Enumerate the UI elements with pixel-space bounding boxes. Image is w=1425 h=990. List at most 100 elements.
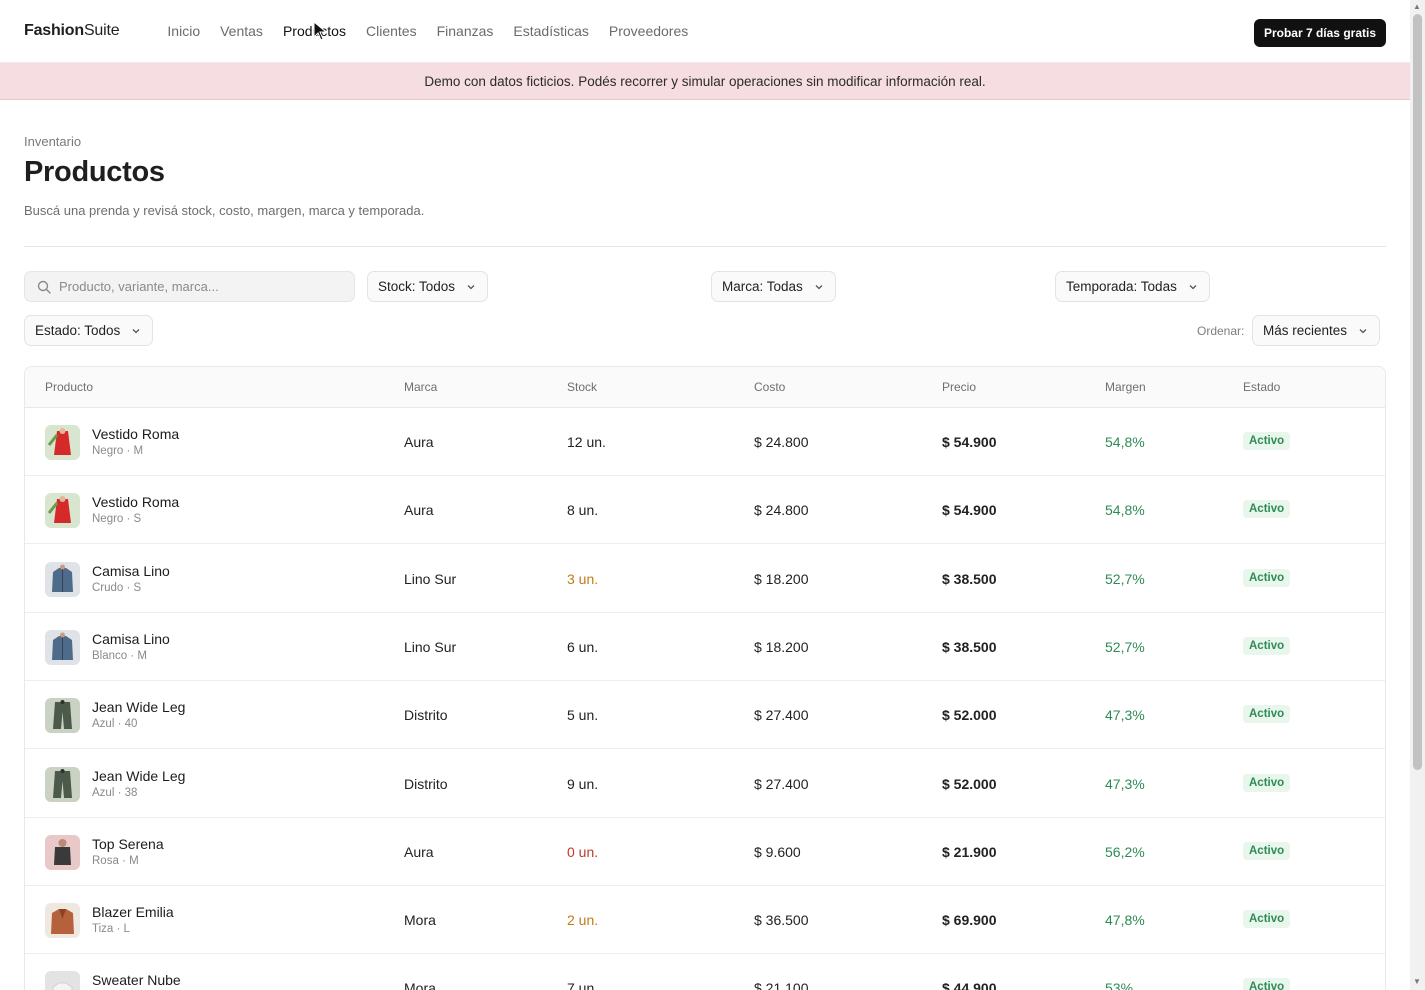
product-cost: $ 27.400 — [754, 775, 809, 792]
product-brand: Distrito — [404, 707, 448, 724]
estado-filter-select[interactable]: Estado: Todos — [24, 315, 154, 346]
product-margin: 47,3% — [1105, 707, 1145, 724]
temporada-filter-label: Temporada: Todas — [1066, 279, 1177, 294]
product-price: $ 38.500 — [942, 570, 997, 587]
product-cost: $ 36.500 — [754, 912, 809, 929]
product-brand: Distrito — [404, 775, 448, 792]
chevron-down-icon — [1189, 284, 1197, 289]
nav-ventas[interactable]: Ventas — [220, 23, 263, 39]
product-cost: $ 9.600 — [754, 843, 801, 860]
column-header-margen[interactable]: Margen — [1105, 380, 1146, 394]
product-stock: 2 un. — [567, 912, 599, 929]
marca-filter-select[interactable]: Marca: Todas — [711, 271, 836, 302]
marca-filter-label: Marca: Todas — [722, 279, 803, 294]
nav-clientes[interactable]: Clientes — [366, 23, 417, 39]
column-header-estado[interactable]: Estado — [1243, 380, 1280, 394]
product-cost: $ 24.800 — [754, 434, 809, 450]
product-variant: Negro · S — [92, 513, 142, 526]
product-brand: Aura — [404, 843, 434, 860]
table-row[interactable]: Blazer Emilia Tiza · L Mora 2 un. $ 36.5… — [25, 886, 1385, 955]
product-stock: 6 un. — [567, 638, 599, 655]
product-thumbnail — [45, 629, 80, 665]
nav-proveedores[interactable]: Proveedores — [609, 23, 688, 39]
product-stock: 12 un. — [567, 434, 606, 450]
chevron-down-icon — [815, 284, 823, 289]
nav-estadisticas[interactable]: Estadísticas — [513, 23, 588, 39]
product-name: Vestido Roma — [92, 494, 180, 511]
product-margin: 52,7% — [1105, 638, 1145, 655]
product-name: Camisa Lino — [92, 562, 170, 579]
scrollbar-thumb[interactable] — [1413, 14, 1422, 770]
product-name: Vestido Roma — [92, 426, 180, 442]
temporada-filter-select[interactable]: Temporada: Todas — [1055, 271, 1210, 302]
nav-finanzas[interactable]: Finanzas — [437, 23, 494, 39]
sort-select[interactable]: Más recientes — [1252, 315, 1381, 346]
free-trial-button[interactable]: Probar 7 días gratis — [1253, 19, 1386, 47]
products-table: Producto Marca Stock Costo Precio Margen… — [24, 366, 1386, 990]
stock-filter-select[interactable]: Stock: Todos — [367, 271, 489, 302]
product-stock: 8 un. — [567, 502, 599, 519]
product-stock: 3 un. — [567, 570, 599, 587]
product-cost: $ 18.200 — [754, 638, 809, 655]
scroll-up-arrow-icon[interactable]: ▲ — [1413, 2, 1421, 11]
table-row[interactable]: Camisa Lino Crudo · S Lino Sur 3 un. $ 1… — [25, 545, 1385, 613]
search-box[interactable] — [24, 271, 355, 302]
product-margin: 53% — [1105, 980, 1134, 990]
product-variant: Azul · 40 — [92, 718, 138, 731]
product-cost: $ 21.100 — [754, 980, 809, 990]
product-brand: Mora — [404, 912, 436, 929]
product-thumbnail — [45, 493, 80, 529]
table-row[interactable]: Top Serena Rosa · M Aura 0 un. $ 9.600 $… — [25, 818, 1385, 886]
product-brand: Aura — [404, 434, 434, 450]
column-header-marca[interactable]: Marca — [404, 380, 437, 394]
product-thumbnail — [45, 903, 80, 939]
table-row[interactable]: Camisa Lino Blanco · M Lino Sur 6 un. $ … — [25, 613, 1385, 681]
product-margin: 54,8% — [1105, 502, 1145, 519]
product-price: $ 54.900 — [942, 502, 997, 519]
table-row[interactable]: Sweater Nube Mora 7 un. $ 21.100 $ 44.90… — [25, 954, 1385, 990]
product-brand: Aura — [404, 502, 434, 519]
mouse-cursor-icon — [313, 21, 328, 41]
scroll-down-arrow-icon[interactable]: ▼ — [1413, 977, 1421, 986]
product-price: $ 52.000 — [942, 707, 997, 724]
product-name: Sweater Nube — [92, 972, 181, 989]
column-header-costo[interactable]: Costo — [754, 380, 785, 394]
product-margin: 47,8% — [1105, 912, 1145, 929]
table-row[interactable]: Vestido Roma Negro · S Aura 8 un. $ 24.8… — [25, 476, 1385, 545]
status-badge: Activo — [1243, 978, 1291, 990]
main-nav: Inicio Ventas Productos Clientes Finanza… — [167, 23, 688, 39]
section-divider — [24, 246, 1386, 247]
product-thumbnail — [45, 834, 80, 870]
product-name: Top Serena — [92, 835, 164, 852]
page-subtitle: Buscá una prenda y revisá stock, costo, … — [24, 203, 425, 218]
brand-name-bold: Fashion — [24, 22, 84, 39]
product-price: $ 52.000 — [942, 775, 997, 792]
product-variant: Azul · 38 — [92, 786, 138, 799]
product-cost: $ 24.800 — [754, 502, 809, 519]
product-name: Jean Wide Leg — [92, 767, 186, 784]
demo-banner-text: Demo con datos ficticios. Podés recorrer… — [424, 73, 986, 89]
status-badge: Activo — [1243, 636, 1291, 655]
chevron-down-icon — [1359, 328, 1367, 333]
search-icon — [37, 280, 51, 294]
product-variant: Crudo · S — [92, 581, 142, 594]
column-header-stock[interactable]: Stock — [567, 380, 597, 394]
product-price: $ 69.900 — [942, 912, 997, 929]
status-badge: Activo — [1243, 773, 1291, 792]
search-input[interactable] — [59, 279, 339, 294]
column-header-precio[interactable]: Precio — [942, 380, 976, 394]
nav-inicio[interactable]: Inicio — [167, 23, 200, 39]
product-cost: $ 18.200 — [754, 570, 809, 587]
table-row[interactable]: Vestido Roma Negro · M Aura 12 un. $ 24.… — [25, 408, 1385, 476]
page-scrollbar[interactable]: ▲ ▼ — [1410, 0, 1425, 990]
brand-logo[interactable]: FashionSuite — [24, 22, 120, 40]
table-row[interactable]: Jean Wide Leg Azul · 40 Distrito 5 un. $… — [25, 681, 1385, 750]
brand-name-light: Suite — [83, 22, 120, 39]
product-thumbnail — [45, 425, 80, 460]
column-header-producto[interactable]: Producto — [45, 380, 93, 394]
breadcrumb: Inventario — [24, 134, 82, 149]
product-variant: Rosa · M — [92, 854, 139, 867]
product-margin: 52,7% — [1105, 570, 1145, 587]
table-row[interactable]: Jean Wide Leg Azul · 38 Distrito 9 un. $… — [25, 750, 1385, 818]
product-price: $ 44.900 — [942, 980, 997, 990]
